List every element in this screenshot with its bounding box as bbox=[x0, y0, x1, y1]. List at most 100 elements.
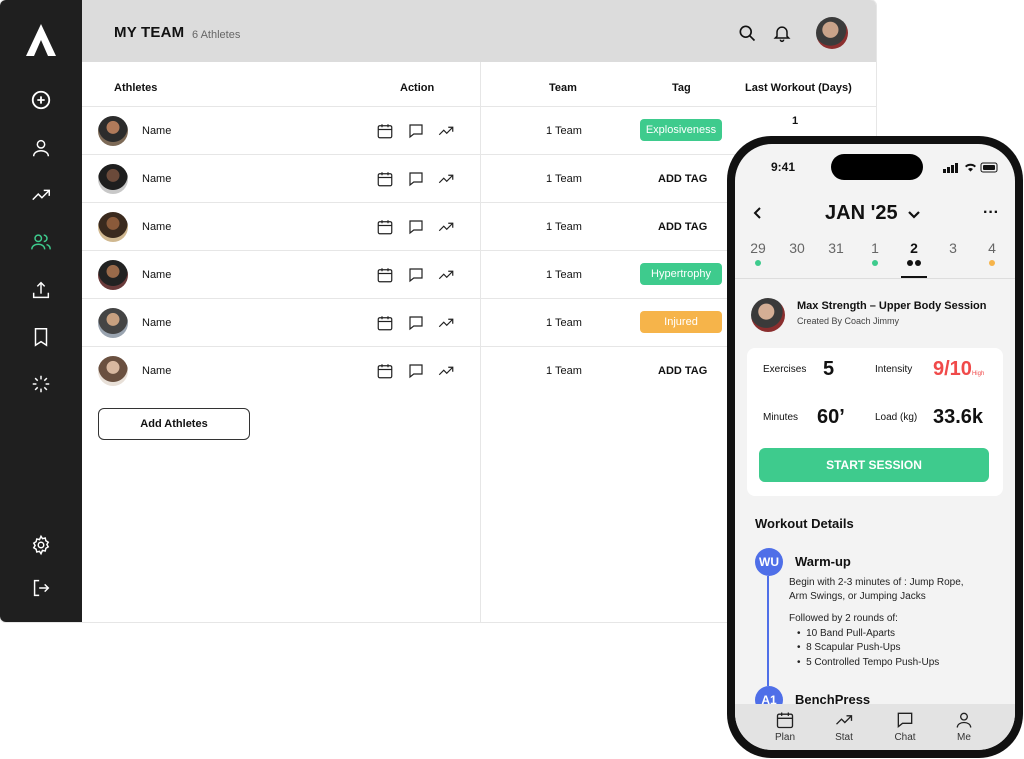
more-icon[interactable]: ··· bbox=[983, 204, 999, 222]
calendar-day[interactable]: 31 bbox=[823, 240, 849, 256]
athlete-team: 1 Team bbox=[546, 173, 582, 185]
month-title[interactable]: JAN '25 bbox=[825, 202, 898, 225]
exercises-value: 5 bbox=[823, 358, 835, 380]
athlete-avatar[interactable] bbox=[98, 260, 128, 290]
tab-chat[interactable]: Chat bbox=[881, 710, 929, 743]
day-indicator-dot bbox=[755, 260, 761, 266]
day-indicator-dot bbox=[872, 260, 878, 266]
athlete-name[interactable]: Name bbox=[142, 269, 171, 281]
back-icon[interactable] bbox=[751, 206, 765, 220]
calendar-day[interactable]: 29 bbox=[745, 240, 771, 256]
calendar-day[interactable]: 1 bbox=[862, 240, 888, 256]
avatar[interactable] bbox=[816, 17, 848, 49]
chat-icon[interactable] bbox=[407, 314, 425, 332]
chat-icon[interactable] bbox=[407, 362, 425, 380]
trend-icon[interactable] bbox=[437, 122, 455, 140]
gear-icon[interactable] bbox=[29, 533, 53, 557]
start-session-button[interactable]: START SESSION bbox=[759, 448, 989, 482]
bookmark-icon[interactable] bbox=[29, 325, 53, 349]
status-icons bbox=[943, 162, 998, 173]
team-icon[interactable] bbox=[29, 230, 53, 254]
trend-icon[interactable] bbox=[437, 266, 455, 284]
user-icon[interactable] bbox=[29, 136, 53, 160]
upload-icon[interactable] bbox=[29, 278, 53, 302]
athlete-name[interactable]: Name bbox=[142, 365, 171, 377]
athlete-avatar[interactable] bbox=[98, 308, 128, 338]
column-header-tag: Tag bbox=[672, 82, 691, 94]
day-indicator-dot bbox=[989, 260, 995, 266]
tag-badge[interactable]: Hypertrophy bbox=[640, 263, 722, 285]
warmup-item: • 5 Controlled Tempo Push-Ups bbox=[797, 657, 940, 668]
calendar-icon bbox=[776, 712, 794, 729]
chat-icon[interactable] bbox=[407, 170, 425, 188]
bell-icon[interactable] bbox=[772, 23, 792, 43]
athlete-name[interactable]: Name bbox=[142, 173, 171, 185]
coach-avatar bbox=[751, 298, 785, 332]
athlete-name[interactable]: Name bbox=[142, 221, 171, 233]
calendar-day[interactable]: 3 bbox=[940, 240, 966, 256]
athlete-count: 6 Athletes bbox=[192, 29, 241, 41]
chat-icon[interactable] bbox=[407, 218, 425, 236]
chat-icon bbox=[897, 712, 913, 729]
trend-icon[interactable] bbox=[437, 314, 455, 332]
athlete-team: 1 Team bbox=[546, 221, 582, 233]
column-header-action: Action bbox=[400, 82, 435, 94]
tab-plan[interactable]: Plan bbox=[761, 710, 809, 743]
logout-icon[interactable] bbox=[29, 576, 53, 600]
trend-icon[interactable] bbox=[437, 362, 455, 380]
calendar-day[interactable]: 2 bbox=[901, 240, 927, 256]
athlete-name[interactable]: Name bbox=[142, 317, 171, 329]
divider bbox=[735, 278, 1015, 279]
minutes-value: 60’ bbox=[817, 406, 845, 428]
warmup-rounds: Followed by 2 rounds of: bbox=[789, 613, 898, 624]
loader-icon[interactable] bbox=[29, 372, 53, 396]
intensity-unit: High bbox=[971, 371, 985, 377]
intensity-label: Intensity bbox=[875, 364, 913, 375]
calendar-day[interactable]: 30 bbox=[784, 240, 810, 256]
add-tag-link[interactable]: ADD TAG bbox=[658, 221, 707, 233]
add-athletes-button[interactable]: Add Athletes bbox=[98, 408, 250, 440]
athlete-name[interactable]: Name bbox=[142, 125, 171, 137]
calendar-day[interactable]: 4 bbox=[979, 240, 1005, 256]
tab-label: Plan bbox=[774, 732, 795, 743]
athlete-team: 1 Team bbox=[546, 317, 582, 329]
dynamic-island bbox=[831, 154, 923, 180]
tag-badge[interactable]: Injured bbox=[640, 311, 722, 333]
trend-icon[interactable] bbox=[29, 183, 53, 207]
calendar-icon[interactable] bbox=[376, 314, 394, 332]
add-tag-link[interactable]: ADD TAG bbox=[658, 173, 707, 185]
calendar-icon[interactable] bbox=[376, 170, 394, 188]
trend-icon[interactable] bbox=[437, 218, 455, 236]
athlete-avatar[interactable] bbox=[98, 116, 128, 146]
calendar-icon[interactable] bbox=[376, 266, 394, 284]
search-icon[interactable] bbox=[737, 23, 757, 43]
chevron-down-icon[interactable] bbox=[907, 208, 921, 222]
warmup-title[interactable]: Warm-up bbox=[795, 554, 851, 569]
chat-icon[interactable] bbox=[407, 122, 425, 140]
logo-icon[interactable] bbox=[24, 22, 58, 58]
tag-badge[interactable]: Explosiveness bbox=[640, 119, 722, 141]
chat-icon[interactable] bbox=[407, 266, 425, 284]
add-tag-link[interactable]: ADD TAG bbox=[658, 365, 707, 377]
intensity-value: 9/10High bbox=[933, 358, 985, 380]
day-indicator-dot bbox=[907, 260, 913, 266]
session-title[interactable]: Max Strength – Upper Body Session bbox=[797, 300, 986, 312]
calendar-icon[interactable] bbox=[376, 122, 394, 140]
warmup-badge: WU bbox=[755, 548, 783, 576]
phone-mockup: 9:41 JAN '25 ··· 29 30 31 1 2 3 4 Max Strength… bbox=[727, 136, 1023, 758]
calendar-icon[interactable] bbox=[376, 362, 394, 380]
load-value: 33.6k bbox=[933, 406, 984, 428]
athlete-avatar[interactable] bbox=[98, 164, 128, 194]
athlete-avatar[interactable] bbox=[98, 356, 128, 386]
plus-circle-icon[interactable] bbox=[29, 88, 53, 112]
tab-me[interactable]: Me bbox=[940, 710, 988, 743]
phone-screen: 9:41 JAN '25 ··· 29 30 31 1 2 3 4 Max Strength… bbox=[735, 144, 1015, 750]
warmup-line-2: Arm Swings, or Jumping Jacks bbox=[789, 591, 926, 602]
tab-bar: Plan Stat Chat Me bbox=[735, 704, 1015, 750]
warmup-item: • 8 Scapular Push-Ups bbox=[797, 642, 901, 653]
calendar-icon[interactable] bbox=[376, 218, 394, 236]
tab-stat[interactable]: Stat bbox=[820, 710, 868, 743]
trend-icon[interactable] bbox=[437, 170, 455, 188]
last-workout-days: 1 bbox=[792, 115, 799, 127]
athlete-avatar[interactable] bbox=[98, 212, 128, 242]
